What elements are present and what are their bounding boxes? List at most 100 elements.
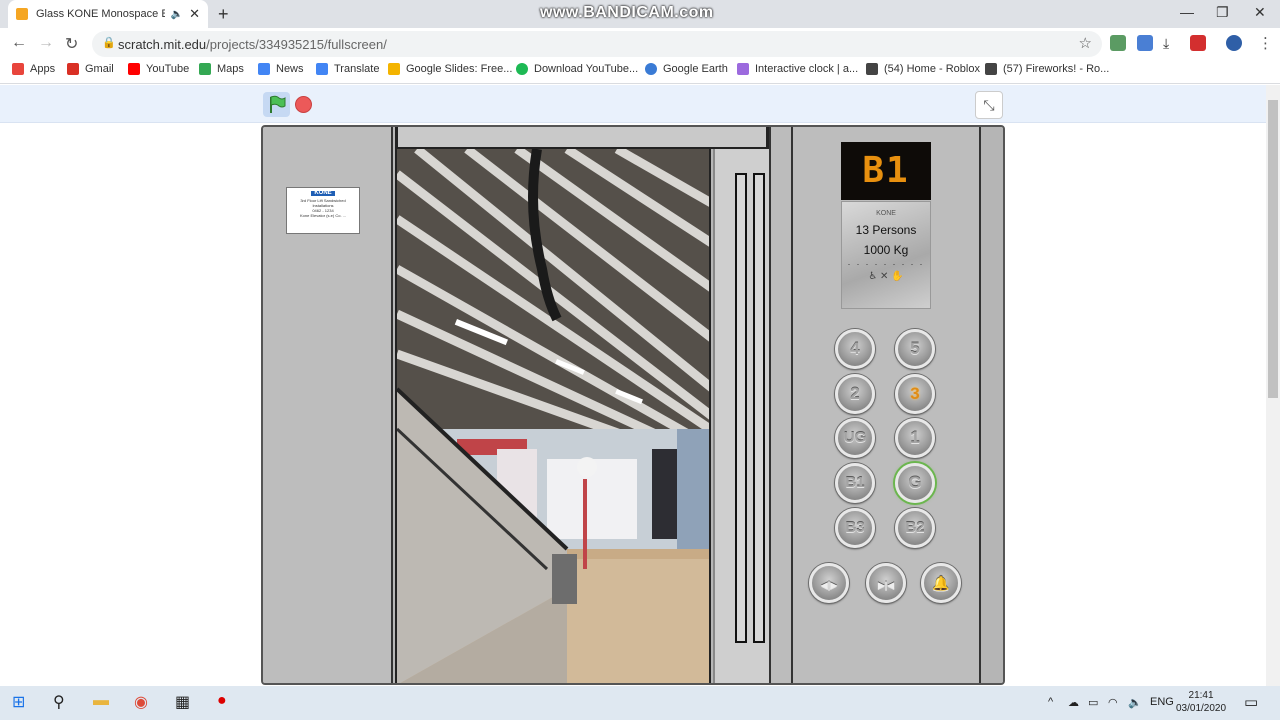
- bookmark-star-icon[interactable]: ☆: [1079, 34, 1092, 52]
- speaker-icon[interactable]: 🔈: [171, 9, 183, 20]
- door-open-button[interactable]: ◀|▶: [809, 563, 849, 603]
- alarm-button[interactable]: 🔔: [921, 563, 961, 603]
- bookmark-item[interactable]: Translate: [316, 63, 379, 75]
- youtube-icon: [128, 63, 140, 75]
- bookmark-item[interactable]: Apps: [12, 63, 55, 75]
- warning-icons: ♿ ✕ ✋: [868, 271, 904, 282]
- reload-icon[interactable]: ↻: [65, 34, 78, 54]
- windows-start-icon[interactable]: ⊞: [12, 692, 25, 712]
- door-frame: [769, 127, 793, 683]
- floor-button-b2[interactable]: B2: [895, 508, 935, 548]
- scratch-favicon-icon: [16, 8, 28, 20]
- door-close-button[interactable]: ▶|◀: [866, 563, 906, 603]
- bookmarks-bar: Apps Gmail YouTube Maps News Translate G…: [0, 58, 1280, 84]
- clock-site-icon: [737, 63, 749, 75]
- door-side-panel: [713, 149, 769, 683]
- forward-icon[interactable]: →: [38, 34, 54, 52]
- bookmark-item[interactable]: Google Slides: Free...: [388, 63, 512, 75]
- new-tab-button[interactable]: +: [218, 4, 229, 25]
- bandicam-record-icon[interactable]: ●: [217, 692, 227, 710]
- floor-button-2[interactable]: 2: [835, 374, 875, 414]
- bookmark-item[interactable]: Gmail: [67, 63, 114, 75]
- bookmark-item[interactable]: (54) Home - Roblox: [866, 63, 980, 75]
- tray-expand-icon[interactable]: ^: [1048, 696, 1053, 708]
- battery-icon[interactable]: ▭: [1088, 696, 1098, 709]
- kone-logo: KONE: [876, 210, 896, 217]
- address-bar[interactable]: 🔒 scratch.mit.edu/projects/334935215/ful…: [92, 31, 1102, 57]
- button-label: B1: [845, 474, 865, 491]
- maximize-button[interactable]: ❐: [1216, 4, 1229, 21]
- news-icon: [258, 63, 270, 75]
- button-label: B2: [905, 519, 925, 536]
- floor-button-g[interactable]: G: [895, 463, 935, 503]
- extension-icon[interactable]: [1137, 35, 1153, 51]
- bookmark-item[interactable]: YouTube: [128, 63, 189, 75]
- bookmark-item[interactable]: Google Earth: [645, 63, 728, 75]
- inspection-plate: KONE 3rd Floor Lift Sandwiched Installat…: [286, 187, 360, 234]
- lock-icon: 🔒: [102, 37, 116, 49]
- maps-icon: [199, 63, 211, 75]
- floor-button-4[interactable]: 4: [835, 329, 875, 369]
- browser-tab-bar: Glass KONE Monospace Elev 🔈 ✕ + www.BAND…: [0, 0, 1280, 28]
- door-header: [395, 127, 769, 149]
- language-indicator[interactable]: ENG: [1150, 696, 1174, 708]
- bookmark-item[interactable]: (57) Fireworks! - Ro...: [985, 63, 1109, 75]
- glass-door-view: [395, 149, 711, 683]
- elevator-right-wall: [981, 127, 1003, 683]
- download-icon[interactable]: ⤓: [1163, 35, 1179, 51]
- menu-kebab-icon[interactable]: ⋮: [1258, 34, 1273, 52]
- bookmark-item[interactable]: Interactive clock | a...: [737, 63, 858, 75]
- pdf-extension-icon[interactable]: [1190, 35, 1206, 51]
- browser-tab[interactable]: Glass KONE Monospace Elev 🔈 ✕: [8, 0, 208, 28]
- green-flag-icon[interactable]: [263, 92, 290, 117]
- download-youtube-icon: [516, 63, 528, 75]
- capacity-weight: 1000 Kg: [863, 243, 909, 257]
- floor-button-5[interactable]: 5: [895, 329, 935, 369]
- extension-icon[interactable]: [1110, 35, 1126, 51]
- floor-button-ug[interactable]: UG: [835, 418, 875, 458]
- roblox-icon: [866, 63, 878, 75]
- taskbar-clock[interactable]: 21:41 03/01/2020: [1176, 689, 1226, 715]
- stop-icon[interactable]: [295, 96, 312, 113]
- window-close-button[interactable]: ✕: [1254, 4, 1266, 21]
- tab-close-icon[interactable]: ✕: [189, 6, 200, 22]
- exit-fullscreen-button[interactable]: ⤡: [975, 91, 1003, 119]
- video-editor-icon[interactable]: ▦: [175, 692, 190, 712]
- roblox-icon: [985, 63, 997, 75]
- floor-button-3[interactable]: 3: [895, 374, 935, 414]
- profile-avatar-icon[interactable]: [1226, 35, 1242, 51]
- scratch-stage[interactable]: KONE 3rd Floor Lift Sandwiched Installat…: [261, 125, 1005, 685]
- floor-button-b3[interactable]: B3: [835, 508, 875, 548]
- button-label: 3: [910, 384, 920, 403]
- minimize-button[interactable]: —: [1180, 4, 1194, 20]
- floor-button-b1[interactable]: B1: [835, 463, 875, 503]
- bookmark-item[interactable]: News: [258, 63, 304, 75]
- clock-date: 03/01/2020: [1176, 703, 1227, 714]
- chrome-icon[interactable]: ◉: [134, 692, 148, 712]
- wifi-icon[interactable]: ◠: [1108, 696, 1118, 709]
- floor-button-1[interactable]: 1: [895, 418, 935, 458]
- button-label: 1: [910, 428, 920, 447]
- onedrive-icon[interactable]: ☁: [1068, 696, 1079, 709]
- file-explorer-icon[interactable]: ▬: [93, 692, 109, 710]
- translate-icon: [316, 63, 328, 75]
- bookmark-item[interactable]: Maps: [199, 63, 244, 75]
- back-icon[interactable]: ←: [11, 34, 27, 52]
- search-icon[interactable]: ⚲: [53, 692, 65, 712]
- scrollbar-thumb[interactable]: [1268, 100, 1278, 398]
- url-host: scratch.mit.edu: [118, 36, 207, 52]
- earth-icon: [645, 63, 657, 75]
- door-glass-strip: [753, 173, 765, 643]
- scratch-toolbar: [0, 85, 1266, 123]
- elevator-left-wall: KONE 3rd Floor Lift Sandwiched Installat…: [263, 127, 393, 683]
- notifications-icon[interactable]: ▭: [1244, 693, 1258, 711]
- floor-indicator-display: B1: [841, 142, 931, 200]
- car-operating-panel: B1 KONE 13 Persons 1000 Kg . . . . . . .…: [793, 127, 981, 683]
- windows-taskbar: ⊞ ⚲ ▬ ◉ ▦ ● ^ ☁ ▭ ◠ 🔈 ENG 21:41 03/01/20…: [0, 686, 1280, 720]
- bookmark-item[interactable]: Download YouTube...: [516, 63, 638, 75]
- button-label: 4: [850, 339, 860, 358]
- button-label: B3: [845, 519, 865, 536]
- door-glass-strip: [735, 173, 747, 643]
- volume-icon[interactable]: 🔈: [1128, 696, 1142, 709]
- address-row: ← → ↻ 🔒 scratch.mit.edu/projects/3349352…: [0, 28, 1280, 58]
